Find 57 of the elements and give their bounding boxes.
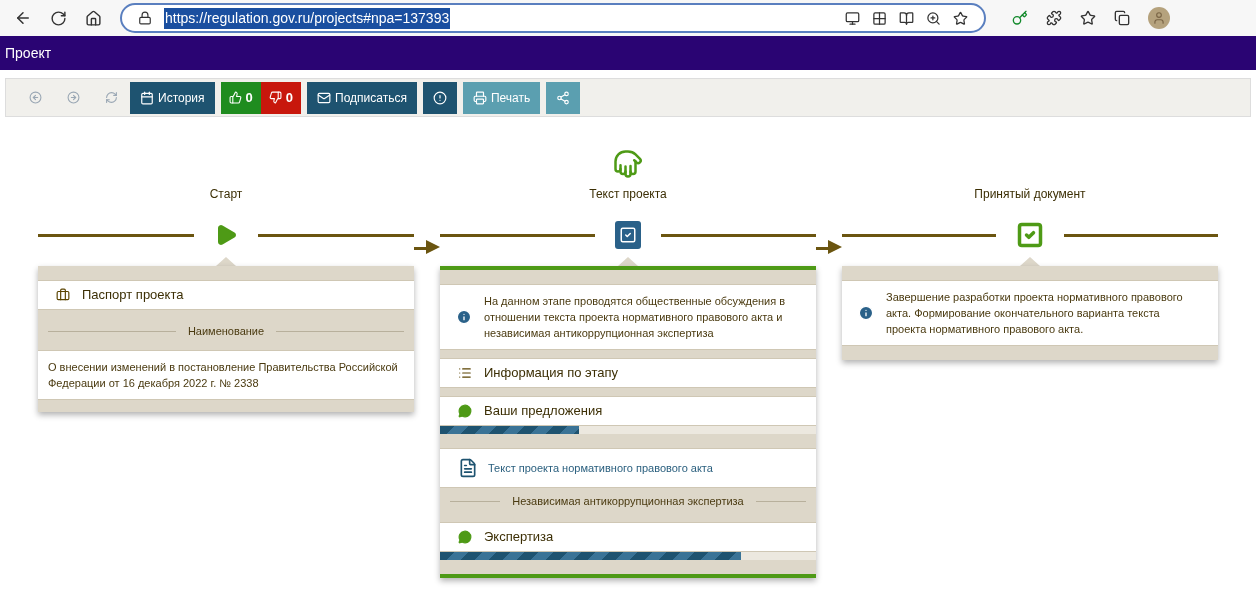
row-title: Экспертиза [484,528,554,547]
stage-title: Принятый документ [974,186,1086,203]
zoom-icon[interactable] [926,10,941,26]
calendar-icon [140,90,154,105]
section-heading: Независимая антикоррупционная экспертиза [512,493,744,509]
info-text: На данном этапе проводятся общественные обсуждения в отношении текста проекта нормативного правового акта и независимая антикоррупционная экспертиза [484,294,787,341]
home-icon[interactable] [85,9,102,27]
reload-icon[interactable] [50,9,67,27]
thumbs-down-icon [268,91,282,104]
address-bar[interactable]: https://regulation.gov.ru/projects#npa=137393 [120,3,986,33]
info-icon [858,305,874,321]
subscribe-button[interactable]: Подписаться [307,81,417,114]
section-heading: Наименование [187,323,265,339]
printer-icon [472,90,487,105]
extensions-icon[interactable] [1046,10,1062,26]
panel-row[interactable]: Информация по этапу [440,358,816,388]
row-title: Паспорт проекта [82,286,184,305]
panel-row[interactable]: Экспертиза [440,522,816,552]
briefcase-icon [56,288,70,302]
lock-icon [138,11,152,25]
header-title: Проект [5,43,52,63]
url-text: https://regulation.gov.ru/projects#npa=137393 [164,7,451,29]
panel-row[interactable]: Паспорт проекта [38,280,414,310]
key-icon[interactable] [1012,10,1028,26]
monitor-icon[interactable] [845,10,860,26]
like-button[interactable]: 0 [220,81,261,114]
collections-icon[interactable] [1114,10,1130,26]
info-icon [456,309,472,325]
list-icon [458,366,472,380]
envelope-icon [317,90,331,105]
favorites-icon[interactable] [1080,10,1096,26]
book-icon[interactable] [899,10,914,26]
speech-bubble-icon [458,404,472,418]
speech-bubble-icon [458,530,472,544]
check-box-icon [1016,221,1044,249]
document-icon [458,458,478,478]
avatar[interactable] [1148,7,1170,29]
back-icon [28,91,42,104]
thumbs-up-icon [228,91,242,104]
grid-icon[interactable] [872,10,887,26]
history-button[interactable]: История [130,81,215,114]
forward-icon [66,91,80,104]
stage-title: Текст проекта [589,186,667,203]
document-check-icon [615,221,641,249]
alert-button[interactable] [422,81,457,114]
text-row: О внесении изменений в постановление Правительства Российской Федерации от 16 декабря 2022 г. № 2338 [38,350,414,400]
row-title: Информация по этапу [484,364,618,383]
panel-row[interactable]: Ваши предложения [440,396,816,426]
star-icon[interactable] [953,10,968,26]
share-icon [556,90,571,105]
dislike-button[interactable]: 0 [260,81,301,114]
info-text: Завершение разработки проекта нормативного правового акта. Формирование окончательного варианта текста проекта нормативного правового акта. [886,290,1184,337]
refresh-icon [104,91,118,104]
exclamation-icon [432,90,447,105]
row-title: Ваши предложения [484,402,603,421]
back-icon[interactable] [14,9,32,27]
stage-title: Старт [209,186,243,203]
